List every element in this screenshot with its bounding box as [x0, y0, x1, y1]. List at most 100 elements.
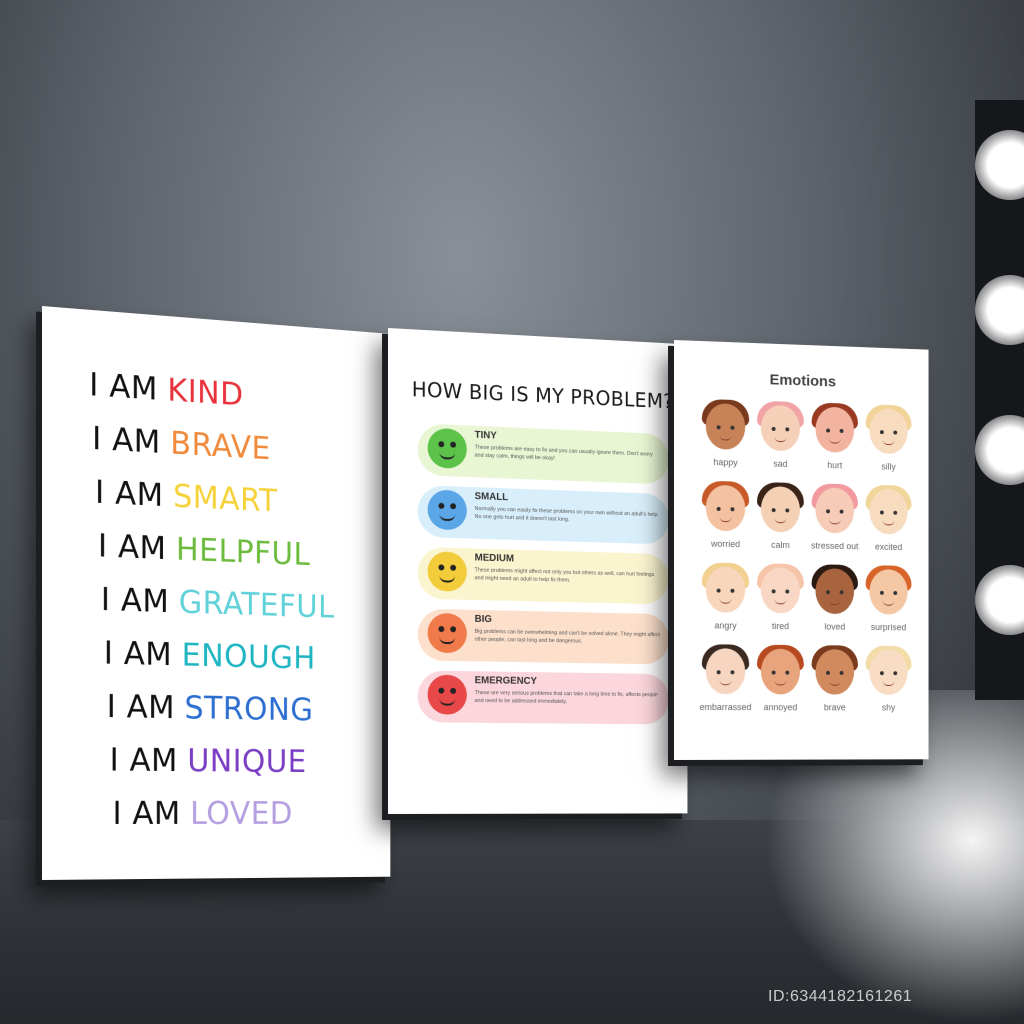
emotion-label: hurt [804, 459, 866, 470]
emotion-label: stressed out [804, 540, 866, 551]
child-face-icon [761, 567, 800, 613]
affirmation-prefix: I AM [101, 580, 169, 620]
affirmation-word: GRATEFUL [179, 583, 335, 625]
problem-level-label: BIG [475, 614, 492, 625]
affirmation-prefix: I AM [110, 741, 178, 779]
emoji-face-icon [428, 551, 467, 592]
emoji-face-icon [428, 428, 467, 469]
emotion-card: embarrassed [700, 644, 751, 720]
affirmations-poster: I AM KIND I AM BRAVE I AM SMART I AM HELPFUL I A… [42, 306, 390, 880]
affirmation-line: I AM UNIQUE [110, 733, 335, 788]
emotion-label: annoyed [749, 702, 811, 712]
emotion-card: shy [864, 646, 914, 721]
affirmation-line: I AM STRONG [107, 679, 335, 736]
problem-level-description: These are very serious problems that can… [475, 689, 662, 707]
affirmation-word: STRONG [184, 689, 313, 728]
emotion-label: happy [694, 457, 757, 469]
child-face-icon [869, 650, 907, 695]
emotion-label: calm [749, 539, 811, 550]
problem-poster-title: HOW BIG IS MY PROBLEM? [412, 377, 671, 413]
emotion-card: hurt [810, 402, 860, 478]
affirmation-prefix: I AM [107, 687, 175, 726]
emotion-card: excited [864, 485, 914, 560]
emotion-label: tired [749, 621, 811, 632]
problem-level-band: EMERGENCY These are very serious problems… [418, 670, 669, 724]
affirmation-prefix: I AM [92, 419, 161, 461]
emotion-label: sad [749, 458, 811, 470]
emotion-label: angry [694, 620, 757, 631]
affirmation-prefix: I AM [95, 473, 164, 514]
child-face-icon [815, 407, 854, 453]
emotions-poster: Emotions happy sad hurt silly worried calm str… [674, 340, 929, 760]
problem-level-band: BIG Big problems can be overwhelming and … [418, 609, 669, 665]
problem-level-description: These problems are easy to fix and you c… [475, 444, 662, 467]
emotion-label: shy [858, 703, 919, 713]
emotion-card: brave [810, 645, 860, 720]
affirmation-prefix: I AM [113, 794, 181, 832]
emotion-card: worried [700, 481, 751, 558]
emotion-label: silly [858, 461, 919, 472]
affirmation-word: ENOUGH [182, 636, 316, 676]
emotion-label: excited [858, 541, 919, 552]
emotions-poster-title: Emotions [674, 368, 929, 394]
problem-level-label: SMALL [475, 491, 508, 503]
emotion-card: surprised [864, 565, 914, 640]
emotion-card: silly [864, 404, 914, 480]
affirmations-list: I AM KIND I AM BRAVE I AM SMART I AM HELPFUL I A… [89, 357, 334, 839]
affirmation-word: LOVED [190, 795, 293, 832]
affirmation-prefix: I AM [98, 527, 166, 567]
child-face-icon [761, 649, 800, 695]
affirmation-line: I AM GRATEFUL [101, 572, 335, 633]
child-face-icon [761, 405, 800, 452]
affirmation-word: HELPFUL [176, 530, 310, 573]
child-face-icon [869, 408, 907, 454]
emotion-card: angry [700, 562, 751, 638]
emotion-card: calm [755, 482, 806, 558]
affirmation-word: UNIQUE [187, 742, 306, 780]
emotion-label: embarrassed [694, 702, 757, 712]
emoji-face-icon [428, 489, 467, 530]
problem-level-label: MEDIUM [475, 552, 514, 564]
emotion-label: surprised [858, 622, 919, 632]
problem-level-band: MEDIUM These problems might affect not on… [418, 547, 669, 605]
problem-level-label: TINY [475, 430, 497, 442]
emotion-card: happy [700, 399, 751, 476]
problem-levels: TINY These problems are easy to fix and y… [388, 328, 687, 344]
emotion-card: annoyed [755, 645, 806, 720]
child-face-icon [815, 568, 854, 614]
child-face-icon [706, 648, 745, 694]
child-face-icon [869, 489, 907, 535]
child-face-icon [815, 487, 854, 533]
problem-level-band: SMALL Normally you can easily fix these p… [418, 485, 669, 544]
emotion-label: brave [804, 702, 866, 712]
affirmation-line: I AM HELPFUL [98, 519, 335, 582]
affirmation-line: I AM LOVED [113, 786, 335, 839]
affirmation-line: I AM ENOUGH [104, 626, 335, 685]
emoji-face-icon [428, 613, 467, 653]
affirmation-prefix: I AM [89, 365, 158, 407]
problem-level-description: Big problems can be overwhelming and can… [475, 628, 662, 647]
emotion-card: stressed out [810, 483, 860, 559]
emotion-card: tired [755, 563, 806, 639]
emoji-face-icon [428, 675, 467, 715]
affirmation-word: BRAVE [170, 424, 270, 467]
emotions-grid: happy sad hurt silly worried calm stressed out… [700, 399, 914, 720]
child-face-icon [869, 569, 907, 615]
problem-level-label: EMERGENCY [475, 675, 537, 687]
problem-level-description: These problems might affect not only you… [475, 566, 662, 587]
child-face-icon [815, 649, 854, 695]
problem-level-description: Normally you can easily fix these proble… [475, 505, 662, 527]
problem-level-band: TINY These problems are easy to fix and y… [418, 423, 669, 484]
emotion-card: loved [810, 564, 860, 639]
emotion-card: sad [755, 401, 806, 478]
affirmation-prefix: I AM [104, 634, 172, 673]
affirmation-word: KIND [167, 371, 243, 413]
emotion-label: worried [694, 538, 757, 549]
child-face-icon [761, 486, 800, 532]
watermark-id: ID:6344182161261 [768, 988, 912, 1006]
child-face-icon [706, 567, 745, 613]
problem-size-poster: HOW BIG IS MY PROBLEM? TINY These problem… [388, 328, 687, 814]
child-face-icon [706, 403, 745, 450]
child-face-icon [706, 485, 745, 532]
emotion-label: loved [804, 621, 866, 631]
